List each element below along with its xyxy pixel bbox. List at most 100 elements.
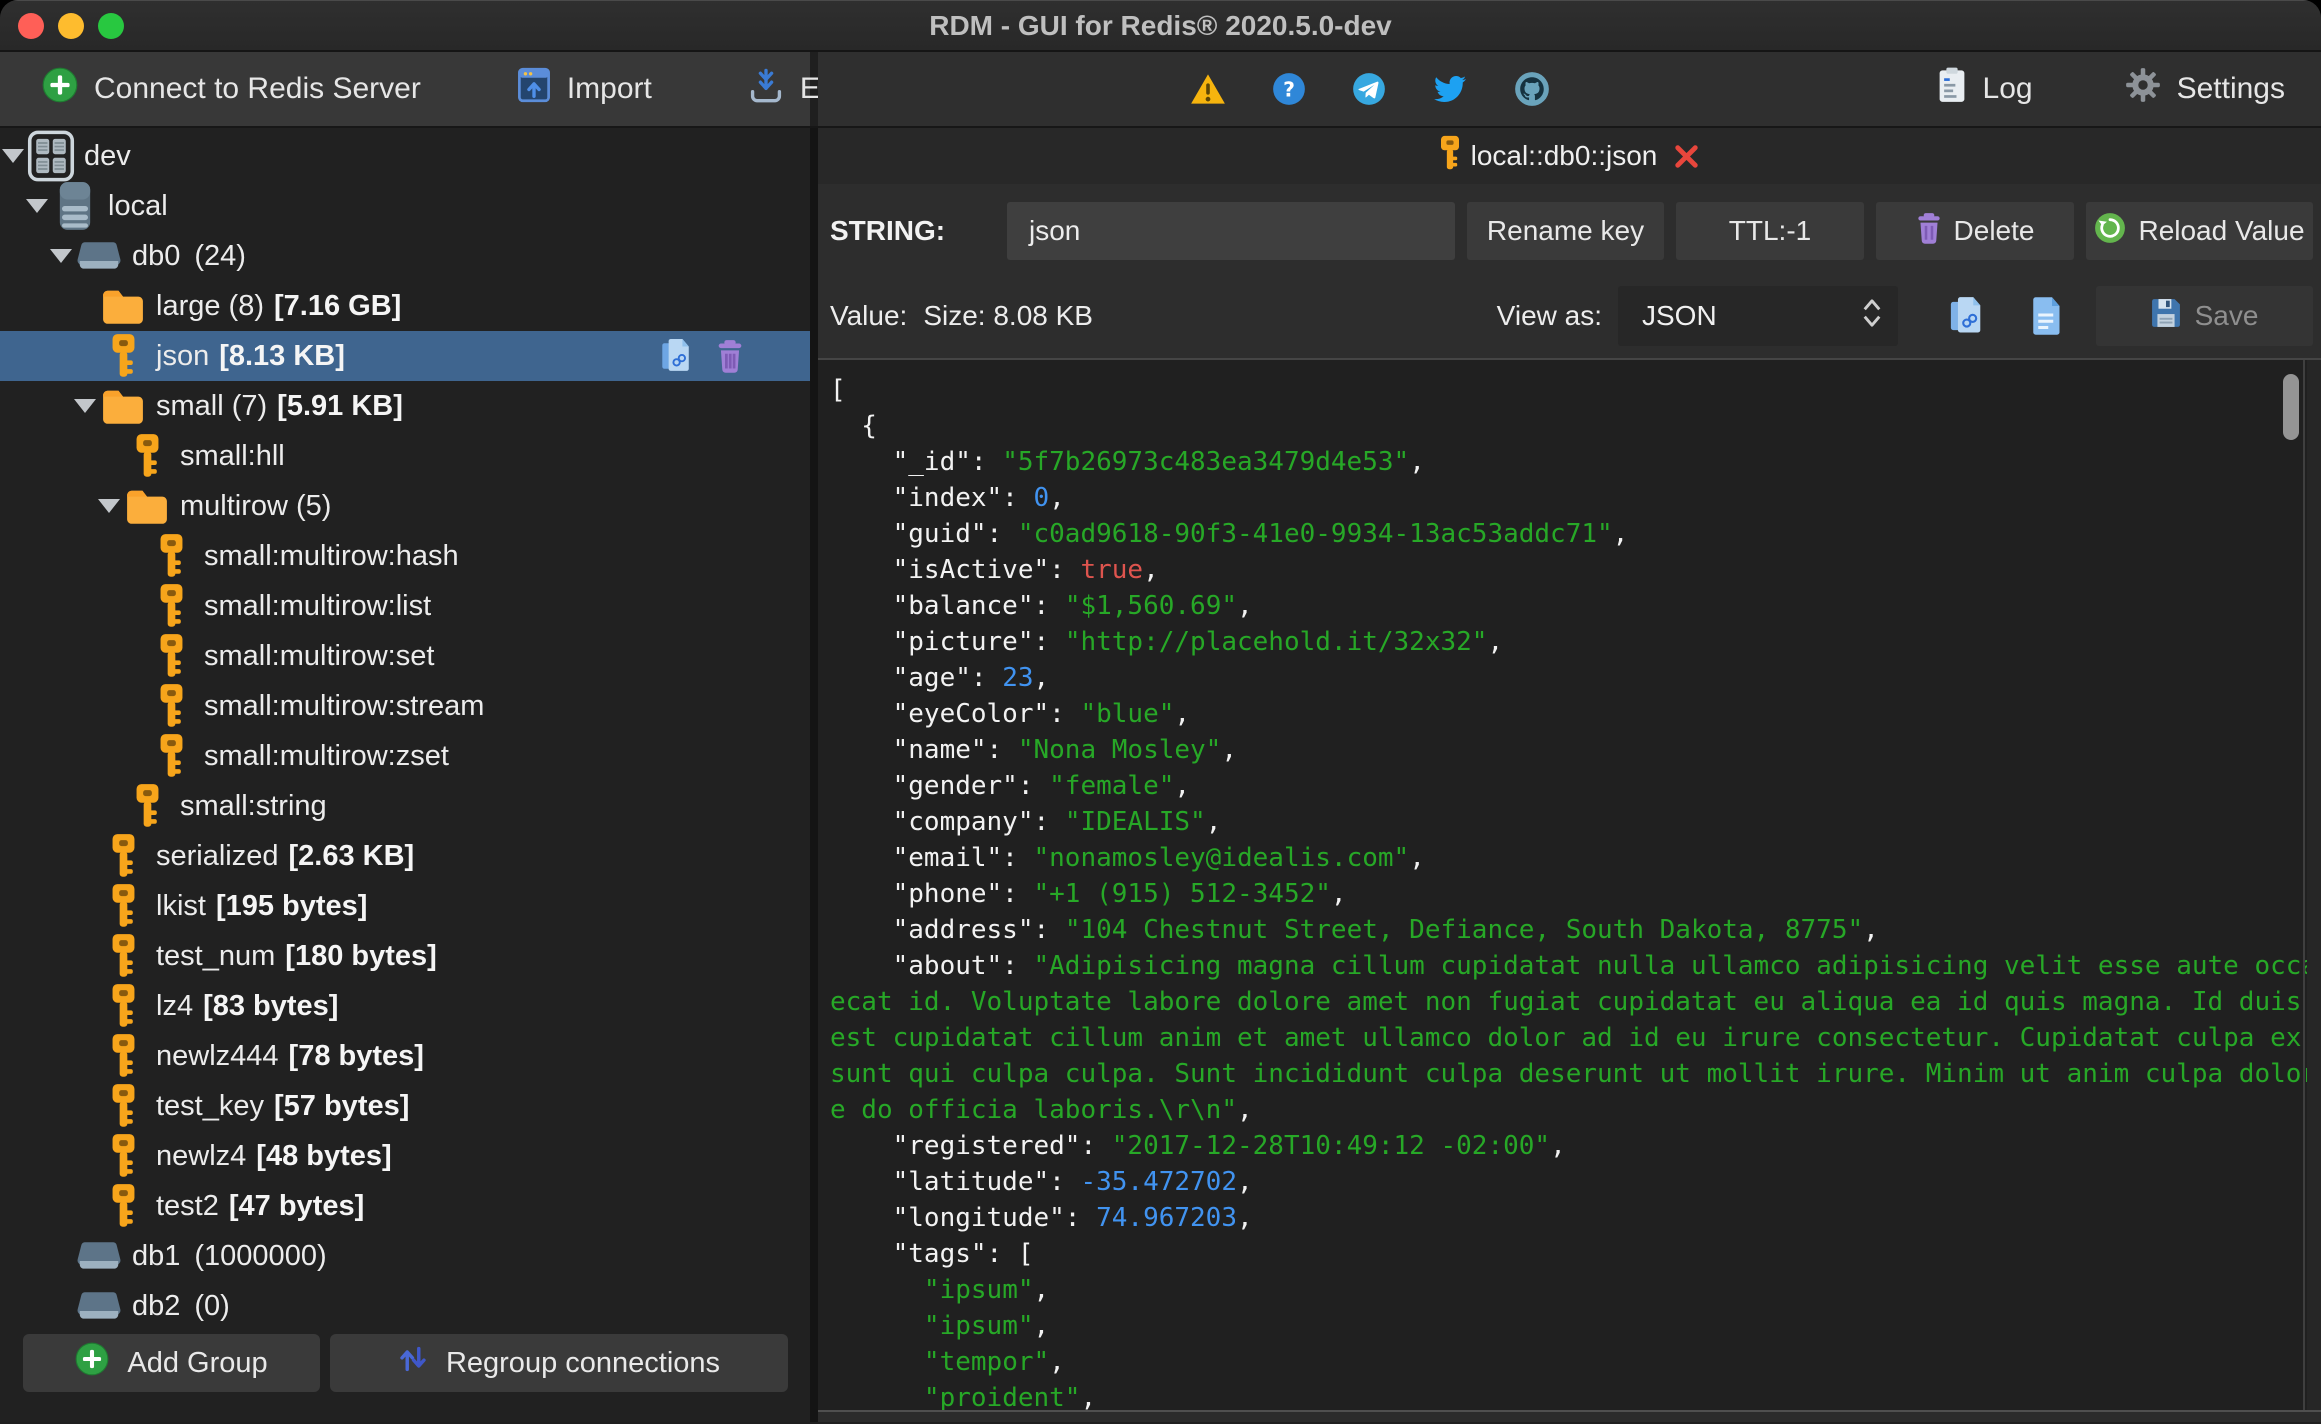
- tab-bar: local::db0::json: [818, 128, 2321, 184]
- tree-item-newlz4[interactable]: newlz4 [48 bytes]: [0, 1131, 810, 1181]
- tree-item-serialized[interactable]: serialized [2.63 KB]: [0, 831, 810, 881]
- connections-sidebar: dev local db0 (24) large (8) [7.16 GB] json [8.…: [0, 128, 810, 1422]
- connect-to-redis-server-button[interactable]: Connect to Redis Server: [42, 67, 421, 111]
- twitter-icon[interactable]: [1432, 73, 1468, 105]
- sidebar-divider[interactable]: [810, 128, 818, 1422]
- key-icon: [98, 1033, 148, 1079]
- server-icon: [26, 130, 76, 182]
- key-icon: [98, 333, 148, 379]
- tree-item-small-multirow-set[interactable]: small:multirow:set: [0, 631, 810, 681]
- key-icon: [98, 933, 148, 979]
- tree-item-db2[interactable]: db2 (0): [0, 1281, 810, 1322]
- expand-arrow-icon[interactable]: [48, 249, 74, 263]
- key-icon: [98, 1133, 148, 1179]
- window-title: RDM - GUI for Redis® 2020.5.0-dev: [929, 9, 1392, 41]
- scrollbar-track[interactable]: [2307, 360, 2321, 1410]
- regroup-connections-button[interactable]: Regroup connections: [330, 1334, 788, 1392]
- ttl-button[interactable]: TTL:-1: [1676, 202, 1864, 260]
- settings-button[interactable]: Settings: [2125, 67, 2285, 111]
- value-size-label: Size: 8.08 KB: [923, 300, 1093, 331]
- tree-item-small-multirow-hash[interactable]: small:multirow:hash: [0, 531, 810, 581]
- github-icon[interactable]: [1514, 71, 1550, 107]
- json-value-text[interactable]: [ { "_id": "5f7b26973c483ea3479d4e53", "…: [818, 360, 2321, 1416]
- vertical-scrollbar-thumb[interactable]: [2283, 374, 2299, 440]
- value-editor[interactable]: [ { "_id": "5f7b26973c483ea3479d4e53", "…: [818, 358, 2321, 1422]
- close-tab-icon[interactable]: [1673, 143, 1700, 170]
- view-as-dropdown[interactable]: JSON: [1618, 286, 1898, 346]
- copy-value-icon[interactable]: [1948, 296, 1982, 336]
- tree-item-small-hll[interactable]: small:hll: [0, 431, 810, 481]
- key-icon: [146, 533, 196, 579]
- rename-key-button[interactable]: Rename key: [1467, 202, 1664, 260]
- help-icon[interactable]: ?: [1272, 72, 1306, 106]
- delete-key-button[interactable]: Delete: [1876, 202, 2074, 260]
- tree-item-lkist[interactable]: lkist [195 bytes]: [0, 881, 810, 931]
- expand-arrow-icon[interactable]: [0, 149, 26, 163]
- key-icon: [146, 683, 196, 729]
- save-button[interactable]: Save: [2096, 286, 2313, 346]
- titlebar: RDM - GUI for Redis® 2020.5.0-dev: [0, 0, 2321, 52]
- tree-item-dev[interactable]: dev: [0, 130, 810, 182]
- horizontal-scrollbar-track[interactable]: [818, 1410, 2321, 1422]
- key-type-label: STRING:: [830, 215, 946, 246]
- tab-title: local::db0::json: [1470, 140, 1658, 171]
- connections-tree: dev local db0 (24) large (8) [7.16 GB] json [8.…: [0, 128, 810, 1322]
- tree-item-small-7-[interactable]: small (7) [5.91 KB]: [0, 381, 810, 431]
- tree-item-json[interactable]: json [8.13 KB]: [0, 331, 810, 381]
- gear-icon: [2125, 67, 2161, 111]
- warning-icon[interactable]: [1190, 72, 1226, 106]
- view-as-label: View as:: [1496, 300, 1602, 331]
- scrollbar-gutter-line: [2303, 360, 2305, 1410]
- up-down-arrows-icon: [398, 1344, 428, 1382]
- key-icon: [98, 983, 148, 1029]
- toolbar-left: Connect to Redis Server Import Export: [0, 52, 887, 126]
- key-icon: [146, 733, 196, 779]
- key-icon: [98, 1183, 148, 1229]
- chevron-up-down-icon: [1860, 296, 1884, 337]
- tree-item-multirow-5-[interactable]: multirow (5): [0, 481, 810, 531]
- telegram-icon[interactable]: [1352, 72, 1386, 106]
- value-toolbar-row: Value: Size: 8.08 KB View as: JSON Save: [818, 286, 2321, 346]
- tab-local-db0-json[interactable]: local::db0::json: [1439, 135, 1701, 178]
- key-icon: [98, 883, 148, 929]
- database-icon: [50, 180, 100, 232]
- folder-icon: [122, 488, 172, 524]
- tree-item-test-num[interactable]: test_num [180 bytes]: [0, 931, 810, 981]
- key-icon: [146, 583, 196, 629]
- import-icon: [517, 67, 551, 111]
- svg-text:?: ?: [1283, 77, 1295, 101]
- open-in-editor-icon[interactable]: [2032, 296, 2062, 336]
- reload-value-button[interactable]: Reload Value: [2086, 202, 2313, 260]
- app-window: RDM - GUI for Redis® 2020.5.0-dev Connec…: [0, 0, 2321, 1424]
- value-label: Value:: [830, 300, 908, 331]
- folder-icon: [98, 388, 148, 424]
- tree-item-test-key[interactable]: test_key [57 bytes]: [0, 1081, 810, 1131]
- trash-icon: [1916, 212, 1942, 251]
- sidebar-footer: Add Group Regroup connections: [0, 1322, 810, 1422]
- db-icon: [74, 1291, 124, 1321]
- tree-item-small-multirow-list[interactable]: small:multirow:list: [0, 581, 810, 631]
- main-area: dev local db0 (24) large (8) [7.16 GB] json [8.…: [0, 128, 2321, 1422]
- tree-item-db1[interactable]: db1 (1000000): [0, 1231, 810, 1281]
- expand-arrow-icon[interactable]: [24, 199, 50, 213]
- tree-item-small-multirow-zset[interactable]: small:multirow:zset: [0, 731, 810, 781]
- tree-item-large-8-[interactable]: large (8) [7.16 GB]: [0, 281, 810, 331]
- expand-arrow-icon[interactable]: [72, 399, 98, 413]
- key-icon: [122, 433, 172, 479]
- tree-item-newlz444[interactable]: newlz444 [78 bytes]: [0, 1031, 810, 1081]
- add-group-button[interactable]: Add Group: [23, 1334, 320, 1392]
- key-icon: [98, 833, 148, 879]
- tree-item-small-string[interactable]: small:string: [0, 781, 810, 831]
- tree-item-local[interactable]: local: [0, 181, 810, 231]
- tree-item-db0[interactable]: db0 (24): [0, 231, 810, 281]
- expand-arrow-icon[interactable]: [96, 499, 122, 513]
- copy-key-icon[interactable]: [660, 338, 690, 374]
- tree-item-test2[interactable]: test2 [47 bytes]: [0, 1181, 810, 1231]
- tree-item-lz4[interactable]: lz4 [83 bytes]: [0, 981, 810, 1031]
- clipboard-icon: [1937, 67, 1967, 111]
- key-name-input[interactable]: json: [1007, 202, 1455, 260]
- import-button[interactable]: Import: [517, 67, 652, 111]
- delete-key-icon[interactable]: [716, 339, 744, 373]
- log-button[interactable]: Log: [1937, 67, 2033, 111]
- tree-item-small-multirow-stream[interactable]: small:multirow:stream: [0, 681, 810, 731]
